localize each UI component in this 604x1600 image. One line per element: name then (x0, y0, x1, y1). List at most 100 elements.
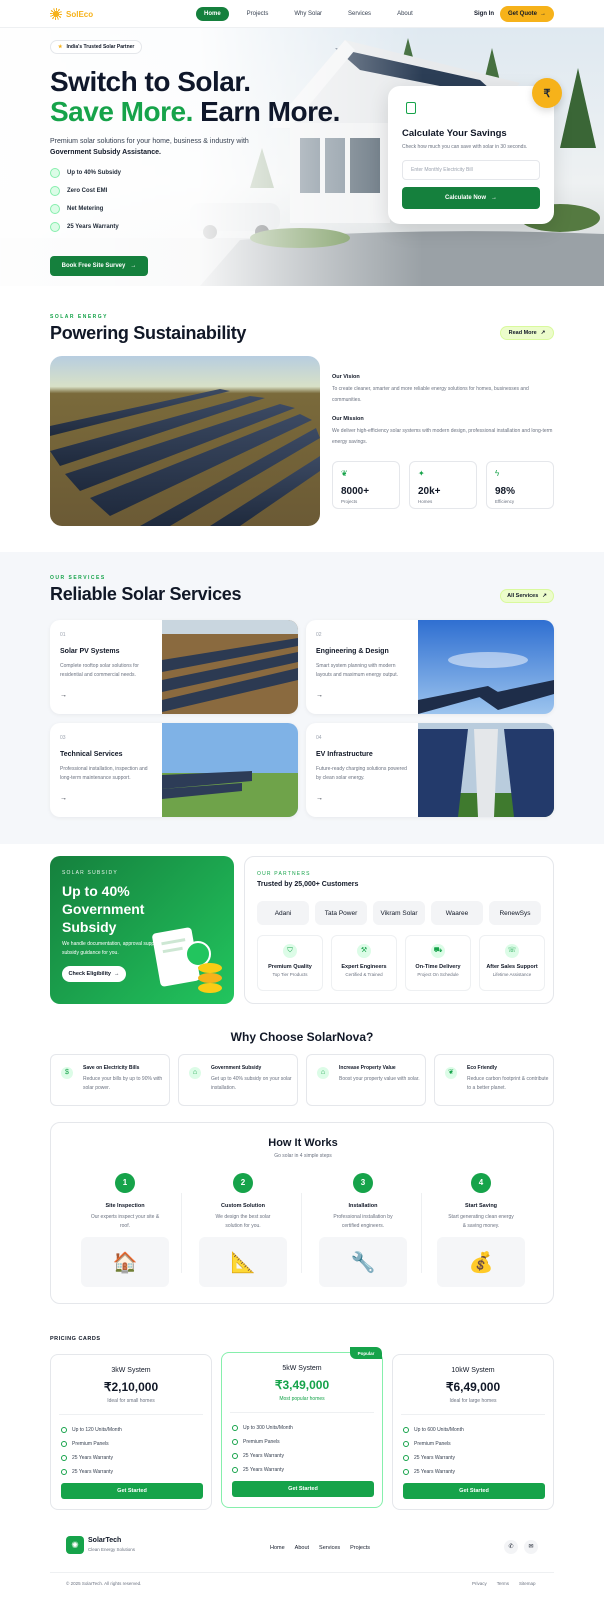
plan-feature: Up to 120 Units/Month (61, 1423, 211, 1437)
phone-icon[interactable]: ✆ (504, 1540, 518, 1554)
nav-why-solar[interactable]: Why Solar (286, 7, 330, 21)
subsidy-eyebrow: SOLAR SUBSIDY (62, 870, 118, 876)
stat-label: Efficiency (495, 499, 515, 504)
step-desc: We design the best solar solution for yo… (215, 1214, 271, 1229)
panel-rows-closeup-image (418, 723, 554, 817)
pricing-card-3kw: 3kW System ₹2,10,000 Ideal for small hom… (50, 1354, 212, 1510)
get-quote-button[interactable]: Get Quote → (500, 6, 554, 22)
stat-value: 98% (495, 486, 516, 497)
mission-block: Our Mission We deliver high-efficiency s… (332, 414, 554, 448)
mail-icon[interactable]: ✉ (524, 1540, 538, 1554)
read-more-button[interactable]: Read More ↗ (500, 326, 554, 340)
check-circle-icon (403, 1469, 409, 1475)
plan-feature: 25 Years Warranty (403, 1451, 553, 1465)
vision-block: Our Vision To create cleaner, smarter an… (332, 372, 554, 406)
plan-features: Up to 600 Units/Month Premium Panels 25 … (403, 1423, 553, 1479)
step-title: Start Saving (464, 1203, 498, 1209)
feature-warranty: 25 Years Warranty (50, 222, 119, 232)
electricity-bill-input[interactable]: Enter Monthly Electricity Bill (402, 160, 540, 180)
footer-link-projects[interactable]: Projects (350, 1545, 370, 1551)
service-title: Solar PV Systems (60, 648, 120, 655)
plan-feature: Premium Panels (61, 1437, 211, 1451)
top-navbar: SolEco Home Projects Why Solar Services … (0, 0, 604, 28)
stat-card-homes: ✦ 20k+ Homes (409, 461, 477, 509)
why-item-eco: ❦ Eco Friendly Reduce carbon footprint &… (434, 1054, 554, 1106)
stat-card-efficiency: ϟ 98% Efficiency (486, 461, 554, 509)
check-circle-icon (61, 1455, 67, 1461)
service-card-ev[interactable]: 04 EV Infrastructure Future-ready chargi… (306, 723, 554, 817)
arrow-right-icon: → (540, 11, 546, 17)
book-survey-button[interactable]: Book Free Site Survey → (50, 256, 148, 276)
step-number: 4 (471, 1173, 491, 1193)
arrow-right-icon[interactable]: → (60, 692, 67, 699)
partner-logo-waaree: Waaree (431, 901, 483, 925)
step-installation: 3 Installation Professional installation… (303, 1173, 423, 1287)
plan-features: Up to 120 Units/Month Premium Panels 25 … (61, 1423, 211, 1479)
service-card-engineering[interactable]: 02 Engineering & Design Smart system pla… (306, 620, 554, 714)
vision-title: Our Vision (332, 374, 360, 380)
plan-feature: Up to 300 Units/Month (232, 1421, 382, 1435)
arrow-right-icon[interactable]: → (60, 795, 67, 802)
plan-feature: Premium Panels (403, 1437, 553, 1451)
terms-link[interactable]: Terms (497, 1581, 509, 1586)
trust-badge-label: India's Trusted Solar Partner (66, 44, 135, 50)
nav-services[interactable]: Services (340, 7, 379, 21)
nav-home[interactable]: Home (196, 7, 229, 21)
partners-card: OUR PARTNERS Trusted by 25,000+ Customer… (244, 856, 554, 1004)
logo-text: SolEco (66, 9, 94, 19)
calculator-title: Calculate Your Savings (402, 128, 507, 139)
get-started-button[interactable]: Get Started (232, 1481, 374, 1497)
arrow-right-icon[interactable]: → (316, 692, 323, 699)
plan-feature: Premium Panels (232, 1435, 382, 1449)
all-services-label: All Services (507, 593, 539, 599)
service-desc: Smart system planning with modern layout… (316, 663, 398, 678)
logo[interactable]: SolEco (50, 8, 93, 20)
check-circle-icon (61, 1427, 67, 1433)
footer-link-home[interactable]: Home (270, 1545, 285, 1551)
vision-text: To create cleaner, smarter and more reli… (332, 386, 529, 403)
step-number: 1 (115, 1173, 135, 1193)
pricing-card-10kw: 10kW System ₹6,49,000 Ideal for large ho… (392, 1354, 554, 1510)
support-icon: ☏ (505, 944, 519, 958)
solar-farm-image (50, 356, 320, 526)
arrow-right-icon: → (130, 263, 137, 269)
plan-price: ₹2,10,000 (103, 1380, 159, 1394)
nav-about[interactable]: About (389, 7, 421, 21)
service-number: 01 (60, 632, 66, 638)
service-desc: Complete rooftop solar solutions for res… (60, 663, 139, 678)
all-services-button[interactable]: All Services ↗ (500, 589, 554, 603)
copyright: © 2025 SolarTech. All rights reserved. (66, 1581, 142, 1586)
footer-logo-icon[interactable]: ✺ (66, 1536, 84, 1554)
step-desc: Start generating clean energy & saving m… (448, 1214, 514, 1229)
privacy-link[interactable]: Privacy (472, 1581, 487, 1586)
get-started-button[interactable]: Get Started (403, 1483, 545, 1499)
house-icon: 🏠 (81, 1237, 169, 1287)
arrow-right-icon[interactable]: → (316, 795, 323, 802)
service-desc: Future-ready charging solutions powered … (316, 766, 407, 781)
partner-logo-adani: Adani (257, 901, 309, 925)
nav-projects[interactable]: Projects (239, 7, 277, 21)
feature-title: On-Time Delivery (415, 964, 461, 970)
bolt-icon: ϟ (495, 469, 500, 478)
arrow-right-icon: → (113, 971, 120, 977)
sitemap-link[interactable]: Sitemap (519, 1581, 536, 1586)
plan-feature: Up to 600 Units/Month (403, 1423, 553, 1437)
step-number: 3 (353, 1173, 373, 1193)
calculator-subtitle: Check how much you can save with solar i… (402, 144, 528, 150)
solar-panels-field-image (162, 620, 298, 714)
feature-on-time-delivery: ⛟ On-Time Delivery Project On Schedule (405, 935, 471, 991)
service-card-technical[interactable]: 03 Technical Services Professional insta… (50, 723, 298, 817)
check-eligibility-button[interactable]: Check Eligibility → (62, 966, 126, 982)
sign-in-link[interactable]: Sign In (474, 11, 494, 17)
sustainability-eyebrow: SOLAR ENERGY (50, 314, 109, 320)
footer-link-about[interactable]: About (295, 1545, 309, 1551)
feature-title: After Sales Support (486, 964, 538, 970)
mission-title: Our Mission (332, 416, 364, 422)
why-item-title: Save on Electricity Bills (83, 1065, 140, 1071)
calculate-now-button[interactable]: Calculate Now → (402, 187, 540, 209)
partners-eyebrow: OUR PARTNERS (257, 871, 311, 877)
pricing-label: PRICING CARDS (50, 1336, 101, 1342)
service-card-pv[interactable]: 01 Solar PV Systems Complete rooftop sol… (50, 620, 298, 714)
footer-link-services[interactable]: Services (319, 1545, 340, 1551)
get-started-button[interactable]: Get Started (61, 1483, 203, 1499)
